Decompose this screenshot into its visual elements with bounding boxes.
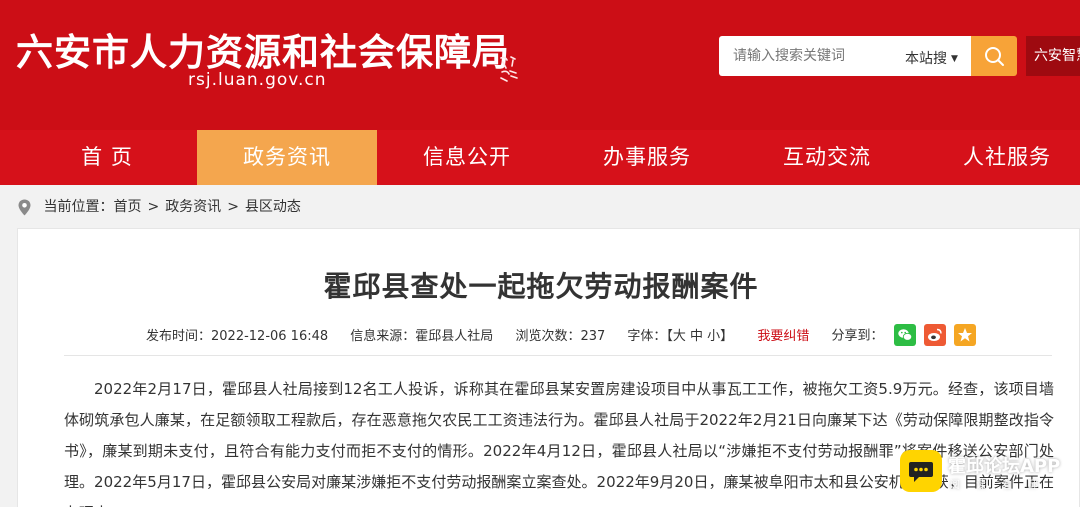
search-scope-select[interactable]: 本站搜 ▼ (905, 48, 958, 68)
nav-item-hr-services[interactable]: 人社服务 (917, 130, 1080, 185)
report-error-link[interactable]: 我要纠错 (757, 329, 809, 344)
breadcrumb-home[interactable]: 首页 (113, 199, 141, 215)
site-domain: rsj.luan.gov.cn (188, 70, 327, 90)
qzone-icon[interactable] (953, 324, 976, 346)
nav-item-services[interactable]: 办事服务 (557, 130, 737, 185)
nav-item-home[interactable]: 首 页 (17, 130, 197, 185)
weibo-icon[interactable] (923, 324, 946, 346)
search-button[interactable] (971, 36, 1017, 76)
breadcrumb-prefix: 当前位置： (43, 199, 114, 215)
search-box: 本站搜 ▼ (719, 36, 971, 76)
nav-item-news[interactable]: 政务资讯 (197, 130, 377, 185)
app-watermark: 霍邱论坛APP 阅读看邱 (898, 446, 1078, 496)
wechat-icon[interactable] (893, 324, 916, 346)
share-label: 分享到： (831, 328, 884, 344)
caret-down-icon: ▼ (951, 54, 958, 64)
search-input[interactable] (733, 36, 903, 76)
font-size-control[interactable]: 字体：【大 中 小】 (627, 329, 733, 344)
breadcrumb-separator: > (227, 199, 239, 215)
app-name: 霍邱论坛APP (948, 456, 1061, 477)
breadcrumb: 当前位置：首页 > 政务资讯 > 县区动态 (18, 196, 301, 218)
location-pin-icon (18, 199, 31, 215)
seal-logo (497, 54, 521, 84)
search-icon (985, 47, 1004, 66)
breadcrumb-county-news[interactable]: 县区动态 (245, 199, 301, 215)
main-nav: 首 页 政务资讯 信息公开 办事服务 互动交流 人社服务 (0, 130, 1080, 185)
breadcrumb-news[interactable]: 政务资讯 (165, 199, 221, 215)
smart-luan-link[interactable]: 六安智慧 (1026, 36, 1080, 76)
breadcrumb-separator: > (147, 199, 160, 215)
nav-item-interaction[interactable]: 互动交流 (737, 130, 917, 185)
divider (64, 355, 1052, 356)
nav-item-disclosure[interactable]: 信息公开 (377, 130, 557, 185)
chat-bubble-icon (909, 462, 933, 482)
view-count: 浏览次数：237 (515, 328, 606, 344)
site-header: 六安市人力资源和社会保障局 rsj.luan.gov.cn 本站搜 ▼ 六安智慧 (0, 0, 1080, 130)
article-source: 信息来源：霍邱县人社局 (350, 328, 494, 344)
search-scope-label: 本站搜 (905, 51, 947, 67)
app-logo (900, 450, 942, 492)
article-meta: 发布时间：2022-12-06 16:48 信息来源：霍邱县人社局 浏览次数：2… (146, 324, 976, 347)
article-title: 霍邱县查处一起拖欠劳动报酬案件 (323, 270, 759, 303)
site-title[interactable]: 六安市人力资源和社会保障局 (16, 22, 510, 76)
app-slogan: 阅读看邱 (950, 480, 1054, 491)
publish-time: 发布时间：2022-12-06 16:48 (146, 328, 329, 344)
